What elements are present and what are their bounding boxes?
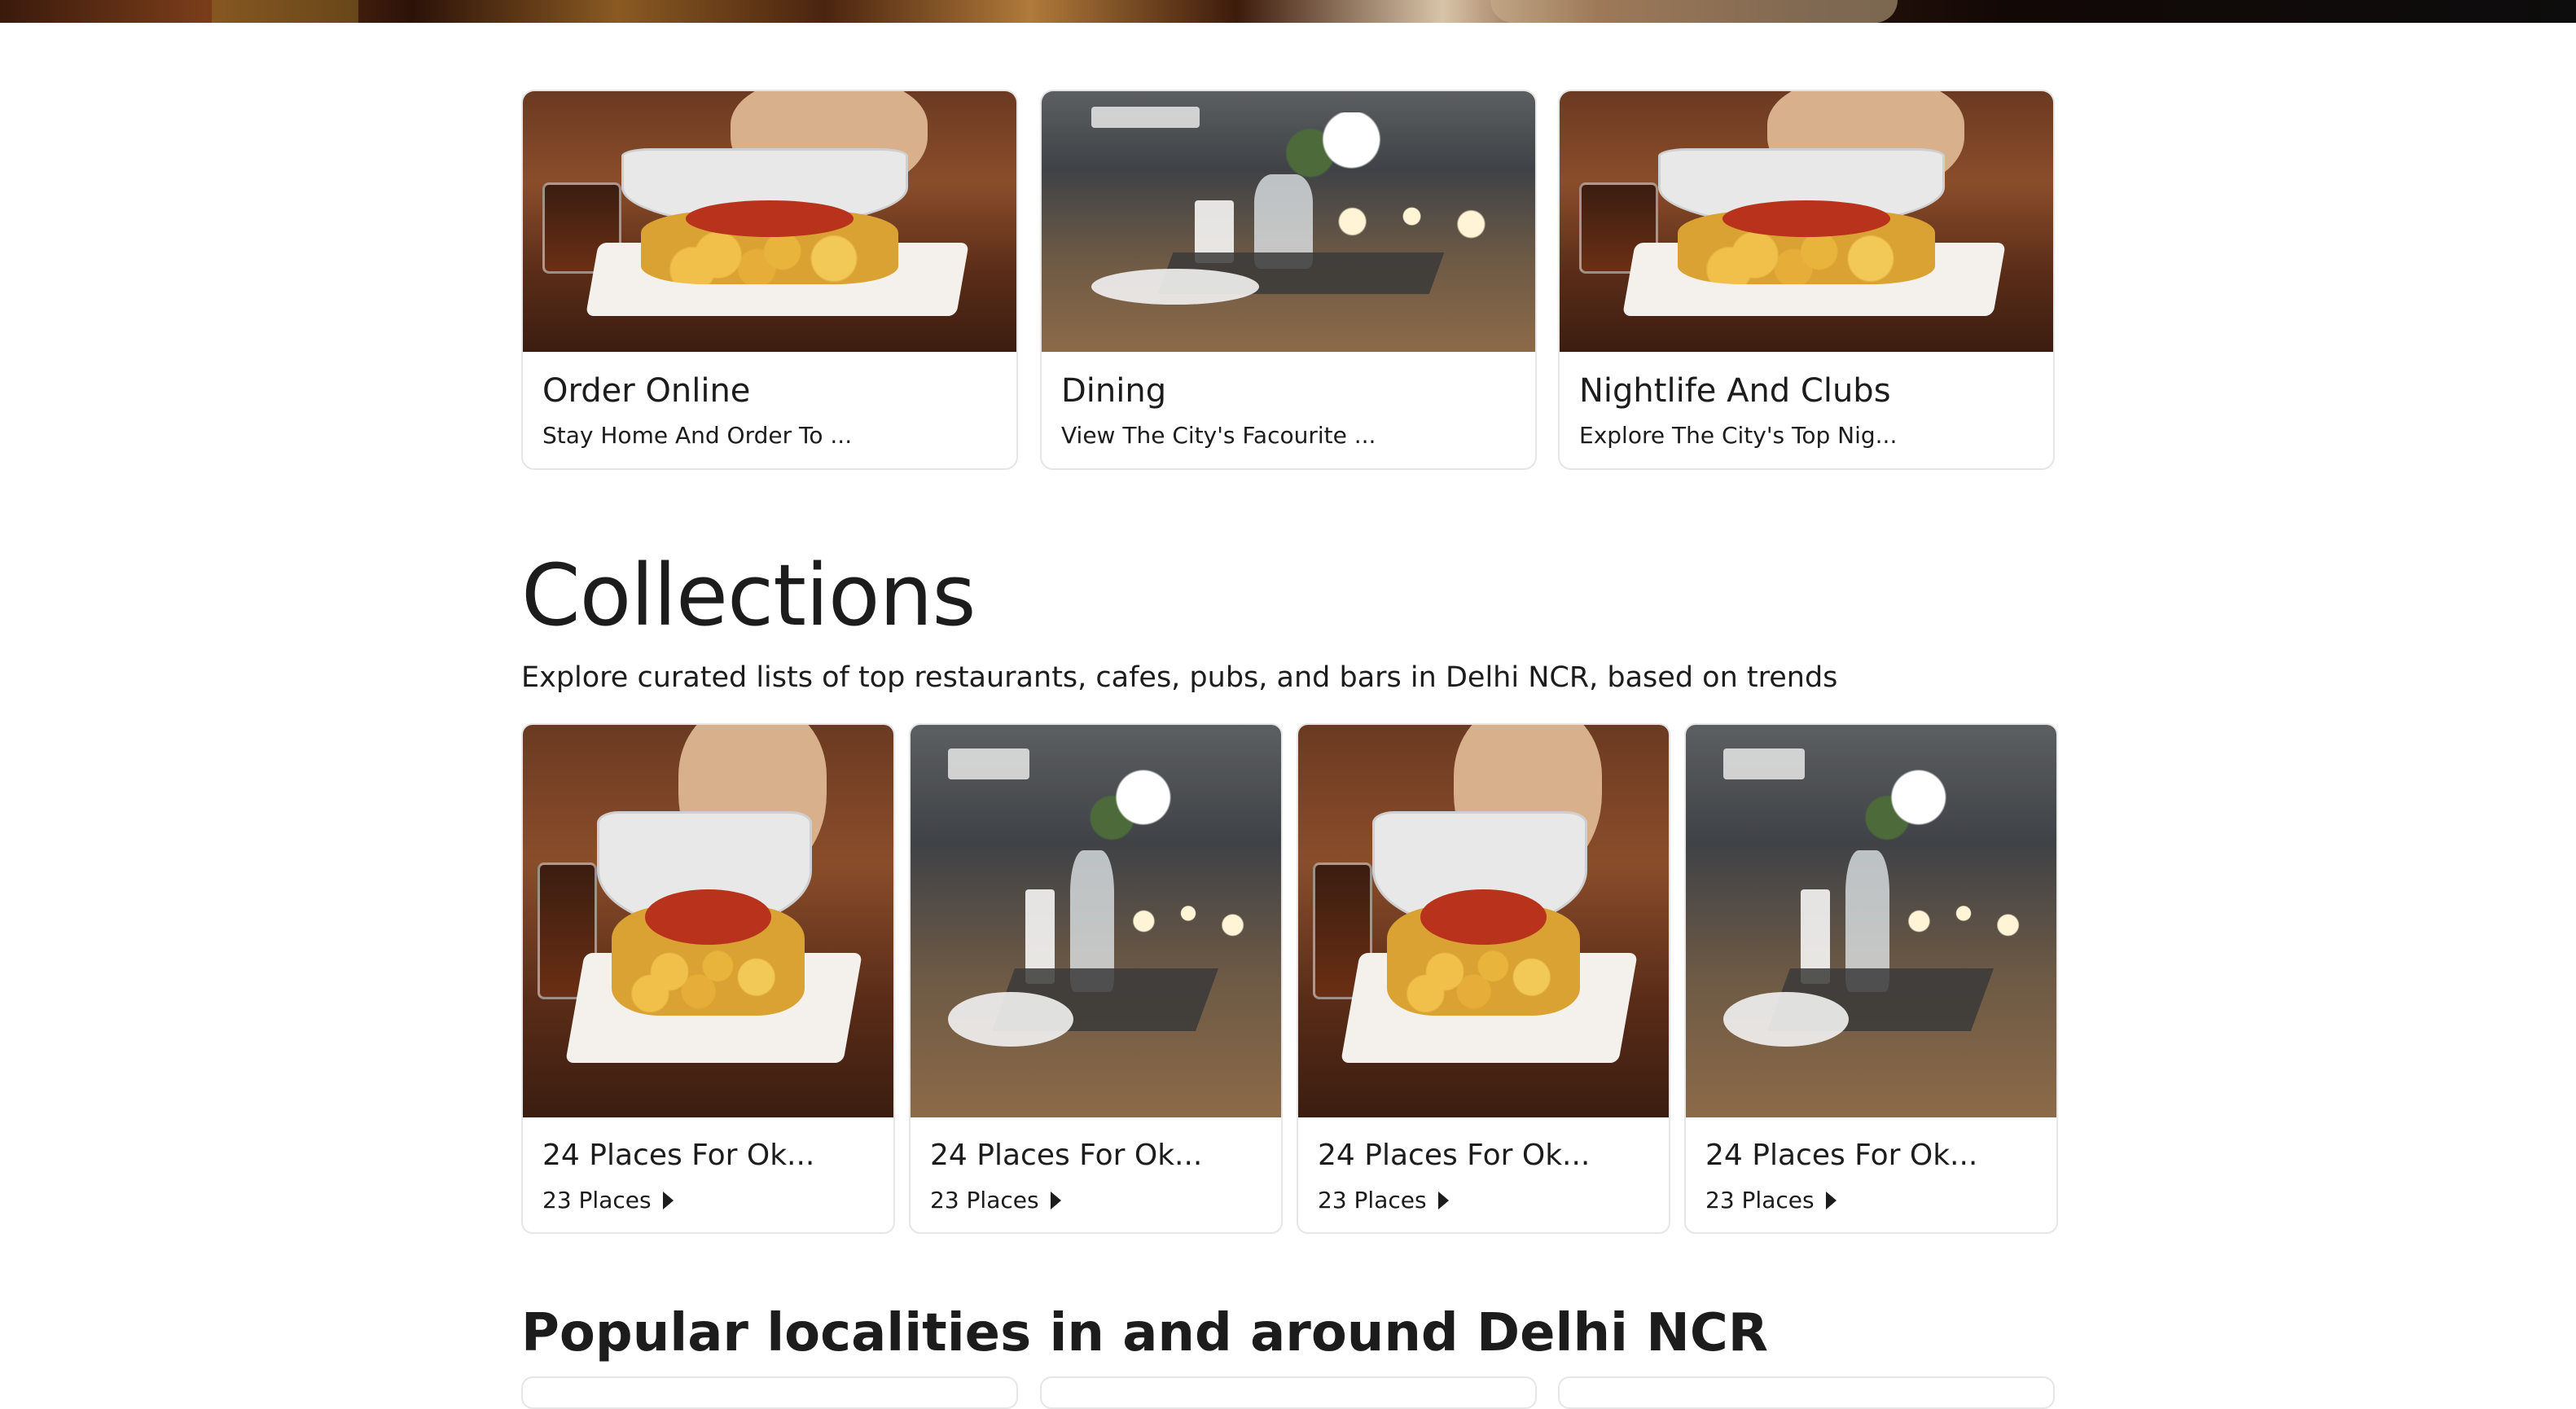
collection-count[interactable]: 23 Places — [930, 1187, 1061, 1214]
category-image — [523, 91, 1016, 352]
locality-card[interactable] — [521, 1376, 1018, 1409]
collection-count[interactable]: 23 Places — [1705, 1187, 1837, 1214]
collections-subheading: Explore curated lists of top restaurants… — [521, 661, 1838, 694]
category-title: Nightlife And Clubs — [1579, 372, 1891, 410]
collection-card[interactable]: 24 Places For Ok... 23 Places — [909, 723, 1283, 1234]
category-subtitle: View The City's Facourite ... — [1061, 422, 1376, 449]
hero-banner-image — [0, 0, 2576, 23]
collection-image — [1686, 725, 2056, 1117]
collection-count[interactable]: 23 Places — [1318, 1187, 1449, 1214]
collection-image — [911, 725, 1281, 1117]
collection-image — [1298, 725, 1669, 1117]
category-title: Order Online — [542, 372, 751, 410]
locality-card[interactable] — [1558, 1376, 2055, 1409]
localities-heading: Popular localities in and around Delhi N… — [521, 1303, 1768, 1363]
collection-title: 24 Places For Ok... — [930, 1139, 1203, 1172]
category-card-dining[interactable]: Dining View The City's Facourite ... — [1040, 90, 1537, 470]
collection-count-label: 23 Places — [930, 1187, 1039, 1214]
collection-count-label: 23 Places — [1318, 1187, 1427, 1214]
category-title: Dining — [1061, 372, 1167, 410]
collection-card[interactable]: 24 Places For Ok... 23 Places — [521, 723, 895, 1234]
localities-heading-prefix: Popular localities in and around — [521, 1303, 1477, 1363]
collection-title: 24 Places For Ok... — [1318, 1139, 1591, 1172]
category-image — [1042, 91, 1535, 352]
collection-card[interactable]: 24 Places For Ok... 23 Places — [1297, 723, 1670, 1234]
collection-title: 24 Places For Ok... — [1705, 1139, 1978, 1172]
collection-card[interactable]: 24 Places For Ok... 23 Places — [1684, 723, 2058, 1234]
collection-image — [523, 725, 893, 1117]
collection-count[interactable]: 23 Places — [542, 1187, 674, 1214]
category-subtitle: Explore The City's Top Nig... — [1579, 422, 1898, 449]
caret-right-icon — [1437, 1191, 1449, 1209]
collection-title: 24 Places For Ok... — [542, 1139, 815, 1172]
caret-right-icon — [1050, 1191, 1061, 1209]
localities-heading-city: Delhi NCR — [1477, 1303, 1769, 1363]
collection-count-label: 23 Places — [1705, 1187, 1815, 1214]
category-card-order-online[interactable]: Order Online Stay Home And Order To ... — [521, 90, 1018, 470]
collection-count-label: 23 Places — [542, 1187, 652, 1214]
category-image — [1560, 91, 2053, 352]
caret-right-icon — [1825, 1191, 1837, 1209]
category-card-nightlife[interactable]: Nightlife And Clubs Explore The City's T… — [1558, 90, 2055, 470]
collections-heading: Collections — [521, 546, 976, 645]
caret-right-icon — [662, 1191, 674, 1209]
locality-card[interactable] — [1040, 1376, 1537, 1409]
category-subtitle: Stay Home And Order To ... — [542, 422, 853, 449]
